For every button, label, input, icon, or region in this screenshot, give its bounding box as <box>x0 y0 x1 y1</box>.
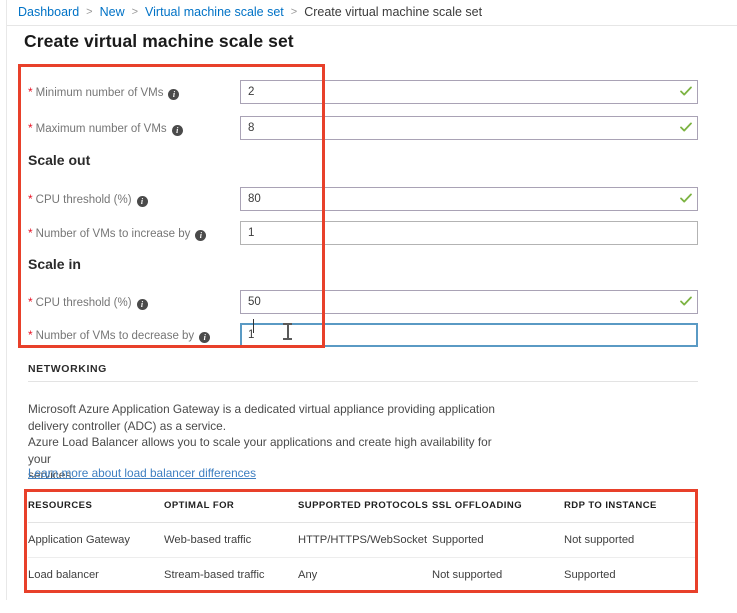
required-marker-icon: * <box>28 226 33 240</box>
cell-resource: Load balancer <box>28 569 99 581</box>
label-text: Minimum number of VMs <box>35 87 164 99</box>
required-marker-icon: * <box>28 328 33 342</box>
column-header-rdp-to-instance: RDP TO INSTANCE <box>564 494 696 523</box>
text-caret <box>253 319 254 333</box>
breadcrumb-separator-icon: > <box>86 6 93 18</box>
cell-rdp-to-instance: Not supported <box>564 522 696 558</box>
breadcrumb-separator-icon: > <box>290 6 298 18</box>
info-icon[interactable]: i <box>136 196 148 207</box>
column-header-optimal-for: OPTIMAL FOR <box>164 494 298 523</box>
section-heading-scale-out: Scale out <box>28 152 91 168</box>
field-row-scale-in-cpu-threshold: * CPU threshold (%) i <box>0 290 737 316</box>
cell-ssl-offloading: Not supported <box>432 569 503 581</box>
cell-resource: Application Gateway <box>28 522 164 558</box>
label-scale-out-cpu-threshold: * CPU threshold (%) i <box>28 191 148 208</box>
required-marker-icon: * <box>28 192 33 206</box>
autoscale-form: *Minimum number of VMsi *Maximum number … <box>0 64 737 354</box>
cell-rdp-to-instance: Supported <box>564 569 616 581</box>
input-number-of-vms-to-increase-by[interactable] <box>240 221 698 245</box>
cell-ssl-offloading: Supported <box>432 522 564 558</box>
cell-optimal-for: Web-based traffic <box>164 522 298 558</box>
label-text: CPU threshold (%) <box>35 194 132 206</box>
column-header-supported-protocols: SUPPORTED PROTOCOLS <box>298 494 432 523</box>
required-marker-icon: * <box>28 295 33 309</box>
field-row-minimum-number-of-vms: * Minimum number of VMs i <box>0 80 737 106</box>
input-minimum-number-of-vms[interactable] <box>240 80 698 104</box>
table-row: Load balancer Stream-based traffic Any N… <box>28 558 696 593</box>
cell-supported-protocols: HTTP/HTTPS/WebSocket <box>298 522 432 558</box>
label-text: Number of VMs to increase by <box>35 228 191 240</box>
networking-description-line: Microsoft Azure Application Gateway is a… <box>28 402 495 416</box>
page-title: Create virtual machine scale set <box>24 31 294 51</box>
breadcrumb: Dashboard > New > Virtual machine scale … <box>7 0 737 26</box>
label-number-of-vms-to-increase-by: * Number of VMs to increase by i <box>28 225 207 242</box>
info-icon[interactable]: i <box>171 125 183 136</box>
label-number-of-vms-to-decrease-by: * Number of VMs to decrease by i <box>28 327 211 344</box>
input-scale-in-cpu-threshold[interactable] <box>240 290 698 314</box>
load-balancer-comparison-table: RESOURCES OPTIMAL FOR SUPPORTED PROTOCOL… <box>28 494 696 592</box>
field-row-number-of-vms-to-increase-by: * Number of VMs to increase by i <box>0 221 737 247</box>
table-row: Application Gateway Web-based traffic HT… <box>28 522 696 558</box>
field-row-maximum-number-of-vms: * Maximum number of VMs i <box>0 116 737 142</box>
networking-description-line: delivery controller (ADC) as a service. <box>28 418 226 433</box>
bottom-gutter <box>0 600 737 613</box>
networking-description-line: Azure Load Balancer allows you to scale … <box>28 435 492 466</box>
label-text: CPU threshold (%) <box>35 297 132 309</box>
label-text: Maximum number of VMs <box>35 123 167 135</box>
info-icon[interactable]: i <box>136 299 148 310</box>
field-row-number-of-vms-to-decrease-by: * Number of VMs to decrease by i <box>0 323 737 349</box>
breadcrumb-item-new[interactable]: New <box>100 6 125 19</box>
breadcrumb-item-dashboard[interactable]: Dashboard <box>18 6 79 19</box>
label-text: Number of VMs to decrease by <box>35 330 195 342</box>
breadcrumb-item-virtual-machine-scale-set[interactable]: Virtual machine scale set <box>145 6 284 19</box>
table-header-row: RESOURCES OPTIMAL FOR SUPPORTED PROTOCOL… <box>28 494 696 523</box>
required-marker-icon: * <box>28 121 33 135</box>
learn-more-link[interactable]: Learn more about load balancer differenc… <box>28 466 256 480</box>
breadcrumb-separator-icon: > <box>131 6 139 18</box>
required-marker-icon: * <box>28 85 33 99</box>
column-header-ssl-offloading: SSL OFFLOADING <box>432 494 564 523</box>
cell-optimal-for: Stream-based traffic <box>164 569 265 581</box>
networking-section-heading: NETWORKING <box>28 363 107 375</box>
input-number-of-vms-to-decrease-by[interactable] <box>240 323 698 347</box>
label-minimum-number-of-vms: * Minimum number of VMs i <box>28 84 180 101</box>
cell-supported-protocols: Any <box>298 569 318 581</box>
field-row-scale-out-cpu-threshold: * CPU threshold (%) i <box>0 187 737 213</box>
info-icon[interactable]: i <box>195 230 207 241</box>
column-header-resources: RESOURCES <box>28 494 164 523</box>
info-icon[interactable]: i <box>168 89 180 100</box>
input-maximum-number-of-vms[interactable] <box>240 116 698 140</box>
input-scale-out-cpu-threshold[interactable] <box>240 187 698 211</box>
label-maximum-number-of-vms: * Maximum number of VMs i <box>28 120 183 137</box>
breadcrumb-item-create-virtual-machine-scale-set: Create virtual machine scale set <box>304 5 483 20</box>
networking-divider <box>28 381 698 382</box>
info-icon[interactable]: i <box>199 332 211 343</box>
label-scale-in-cpu-threshold: * CPU threshold (%) i <box>28 294 148 311</box>
section-heading-scale-in: Scale in <box>28 256 81 272</box>
